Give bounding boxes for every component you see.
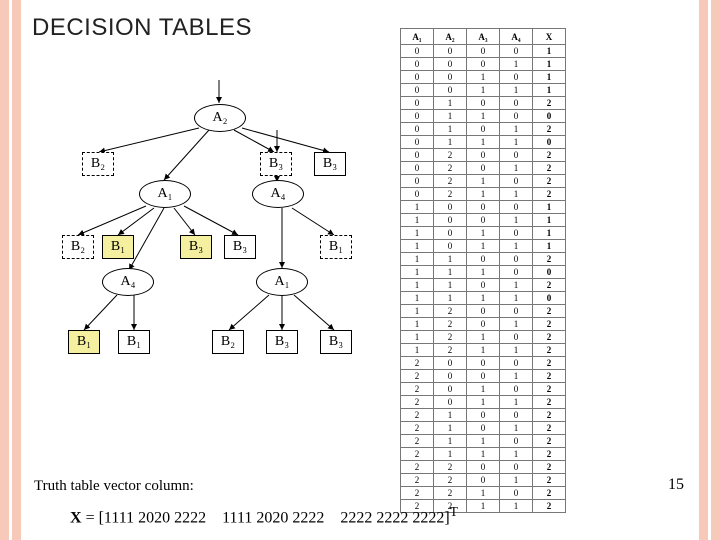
table-row: 12112 — [401, 344, 566, 357]
table-row: 21112 — [401, 448, 566, 461]
table-row: 01100 — [401, 110, 566, 123]
table-row: 00101 — [401, 71, 566, 84]
table-row: 02012 — [401, 162, 566, 175]
table-row: 22002 — [401, 461, 566, 474]
table-row: 22102 — [401, 487, 566, 500]
table-row: 00001 — [401, 45, 566, 58]
table-row: 10101 — [401, 227, 566, 240]
page-title: DECISION TABLES — [32, 14, 252, 42]
table-header: A₄ — [500, 29, 533, 45]
truth-table: A₁A₂A₃A₄X 000010001100101001110100201100… — [400, 28, 566, 513]
node-b2: B₂ — [82, 152, 114, 176]
node-b2: B₂ — [62, 235, 94, 259]
caption-label: Truth table vector column: — [34, 478, 194, 495]
table-row: 11002 — [401, 253, 566, 266]
table-row: 20112 — [401, 396, 566, 409]
table-row: 01110 — [401, 136, 566, 149]
table-row: 01002 — [401, 97, 566, 110]
table-row: 02102 — [401, 175, 566, 188]
table-row: 20012 — [401, 370, 566, 383]
page-number: 15 — [668, 476, 684, 494]
node-a4: A₄ — [252, 180, 304, 208]
table-row: 02002 — [401, 149, 566, 162]
table-row: 00011 — [401, 58, 566, 71]
table-row: 10001 — [401, 201, 566, 214]
node-b1: B₁ — [102, 235, 134, 259]
node-b3: B₃ — [260, 152, 292, 176]
table-row: 02112 — [401, 188, 566, 201]
table-row: 10011 — [401, 214, 566, 227]
node-a4: A₄ — [102, 268, 154, 296]
decor-stripe — [0, 0, 9, 540]
table-header: X — [533, 29, 566, 45]
table-row: 22012 — [401, 474, 566, 487]
table-header: A₂ — [434, 29, 467, 45]
table-row: 01012 — [401, 123, 566, 136]
table-row: 12102 — [401, 331, 566, 344]
table-row: 21012 — [401, 422, 566, 435]
node-a1: A₁ — [256, 268, 308, 296]
table-row: 12012 — [401, 318, 566, 331]
decor-stripe — [699, 0, 708, 540]
node-b3: B₃ — [314, 152, 346, 176]
table-row: 21102 — [401, 435, 566, 448]
node-b1: B₁ — [320, 235, 352, 259]
table-row: 11110 — [401, 292, 566, 305]
decor-stripe — [711, 0, 720, 540]
table-header: A₃ — [467, 29, 500, 45]
table-header: A₁ — [401, 29, 434, 45]
table-row: 11100 — [401, 266, 566, 279]
node-a2-root: A₂ — [194, 104, 246, 132]
table-row: 00111 — [401, 84, 566, 97]
x-vector: X = [1111 2020 2222 1111 2020 2222 2222 … — [70, 504, 458, 527]
decision-tree-diagram: A₂ B₂ B₃ B₃ A₁ A₄ B₂ B₁ B₃ B₃ B₁ A₄ A₁ B… — [34, 80, 404, 410]
node-b3: B₃ — [320, 330, 352, 354]
table-row: 21002 — [401, 409, 566, 422]
node-b1: B₁ — [118, 330, 150, 354]
node-b3: B₃ — [224, 235, 256, 259]
table-row: 20102 — [401, 383, 566, 396]
decor-stripe — [12, 0, 21, 540]
node-b3: B₃ — [266, 330, 298, 354]
node-b1: B₁ — [68, 330, 100, 354]
node-a1: A₁ — [139, 180, 191, 208]
table-row: 10111 — [401, 240, 566, 253]
table-row: 20002 — [401, 357, 566, 370]
node-b3: B₃ — [180, 235, 212, 259]
node-b2: B₂ — [212, 330, 244, 354]
table-row: 11012 — [401, 279, 566, 292]
table-row: 12002 — [401, 305, 566, 318]
